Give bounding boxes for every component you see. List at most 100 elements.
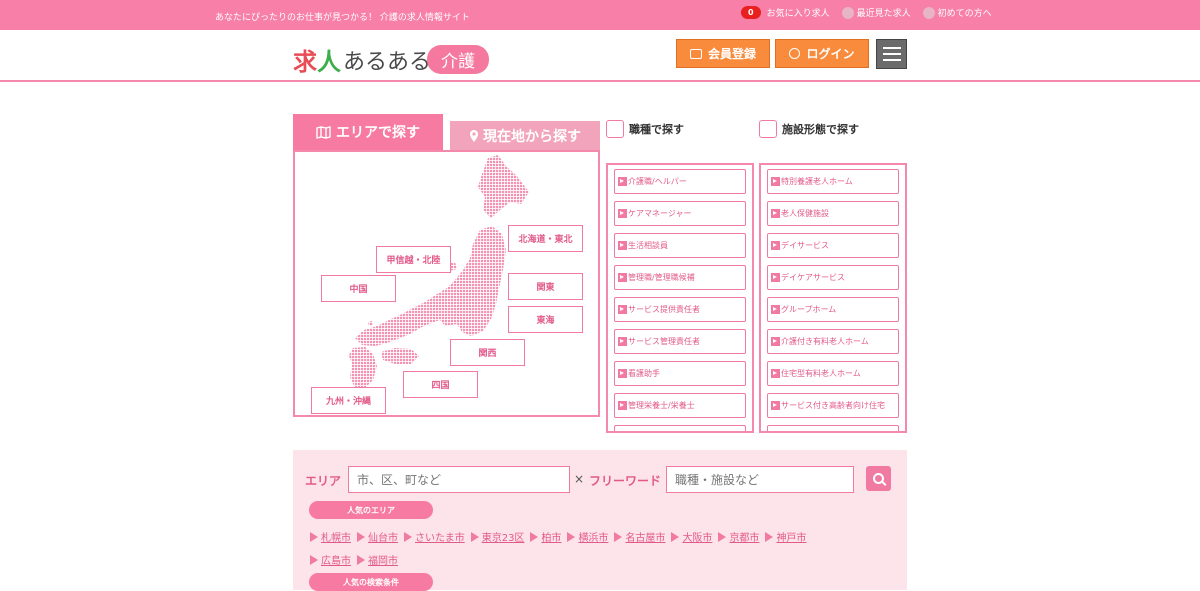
arrow-right-icon: [771, 209, 780, 218]
site-tagline: あなたにぴったりのお仕事が見つかる！ 介護の求人情報サイト: [215, 13, 470, 23]
top-bar: あなたにぴったりのお仕事が見つかる！ 介護の求人情報サイト 0 お気に入り求人 …: [0, 0, 1200, 30]
pen-icon: [606, 120, 624, 138]
popular-cities-row: 札幌市 仙台市 さいたま市 東京23区 柏市 横浜市 名古屋市 大阪市 京都市 神戸市: [310, 529, 806, 544]
arrow-right-icon: [771, 241, 780, 250]
freeword-label: フリーワード: [589, 474, 662, 488]
arrow-right-icon: [618, 369, 627, 378]
facility-item[interactable]: 住宅型有料老人ホーム: [767, 361, 899, 386]
arrow-right-icon: [771, 401, 780, 410]
area-search-label: エリア: [305, 474, 342, 488]
site-header: 求 人 あるある 介護 会員登録 ログイン: [0, 30, 1200, 82]
popular-conditions-pill: 人気の検索条件: [309, 573, 433, 591]
top-links: 0 お気に入り求人 最近見た求人 初めての方へ: [741, 6, 992, 19]
city-link[interactable]: 札幌市: [310, 529, 351, 544]
job-item[interactable]: 看護助手: [614, 361, 746, 386]
hamburger-menu-button[interactable]: [876, 39, 907, 69]
favorites-label: お気に入り求人: [766, 9, 830, 19]
logo-jin: 人: [317, 48, 341, 76]
popular-area-pill: 人気のエリア: [309, 501, 433, 519]
arrow-right-icon: [618, 273, 627, 282]
job-item[interactable]: サービス提供責任者: [614, 297, 746, 322]
arrow-right-icon: [618, 241, 627, 250]
city-link[interactable]: 神戸市: [765, 529, 806, 544]
city-link[interactable]: 大阪市: [671, 529, 712, 544]
city-link[interactable]: 東京23区: [470, 529, 524, 544]
arrow-right-icon: [618, 177, 627, 186]
facility-item[interactable]: デイケアサービス: [767, 265, 899, 290]
job-type-heading: 職種で探す: [606, 120, 684, 138]
facility-item[interactable]: グループホーム: [767, 297, 899, 322]
region-hokkaido-tohoku[interactable]: 北海道・東北: [508, 225, 583, 252]
city-link[interactable]: 名古屋市: [614, 529, 665, 544]
house-icon: [759, 120, 777, 138]
arrow-right-icon: [771, 337, 780, 346]
triangle-right-icon: [357, 531, 365, 542]
job-item[interactable]: 介護職/ヘルパー: [614, 169, 746, 194]
popular-cities-row: 広島市 福岡市: [310, 552, 398, 567]
login-label: ログイン: [806, 47, 855, 61]
region-shikoku[interactable]: 四国: [403, 371, 478, 398]
job-item[interactable]: 生活相談員: [614, 233, 746, 258]
area-search-input[interactable]: [348, 466, 570, 493]
first-time-link[interactable]: 初めての方へ: [922, 6, 992, 19]
job-item[interactable]: 管理職/管理職候補: [614, 265, 746, 290]
city-link[interactable]: 柏市: [530, 529, 561, 544]
city-link[interactable]: 京都市: [718, 529, 759, 544]
job-item[interactable]: ケアマネージャー: [614, 201, 746, 226]
job-type-list: 介護職/ヘルパー ケアマネージャー 生活相談員 管理職/管理職候補 サービス提供…: [606, 163, 754, 433]
city-link[interactable]: さいたま市: [404, 529, 465, 544]
triangle-right-icon: [567, 531, 576, 542]
region-kanto[interactable]: 関東: [508, 273, 583, 300]
login-button[interactable]: ログイン: [775, 39, 869, 68]
tab-current-location[interactable]: 現在地から探す: [450, 121, 600, 150]
recent-jobs-link[interactable]: 最近見た求人: [841, 6, 911, 19]
site-logo[interactable]: 求 人 あるある 介護: [293, 42, 490, 77]
triangle-right-icon: [357, 554, 365, 565]
tab-area-search[interactable]: エリアで探す: [293, 114, 443, 150]
logo-aruaru: あるある: [343, 49, 432, 75]
facility-item-partial[interactable]: [767, 425, 899, 431]
search-button[interactable]: [866, 466, 891, 491]
register-label: 会員登録: [707, 47, 756, 61]
city-link[interactable]: 横浜市: [567, 529, 608, 544]
city-link[interactable]: 広島市: [310, 552, 351, 567]
hamburger-icon: [882, 47, 901, 49]
search-panel: エリア × フリーワード 人気のエリア 札幌市仙台市さいたま市東京23区柏市横浜…: [293, 450, 907, 591]
region-kyushu-okinawa[interactable]: 九州・沖縄: [311, 387, 386, 414]
city-link[interactable]: 福岡市: [357, 552, 398, 567]
facility-item[interactable]: デイサービス: [767, 233, 899, 258]
city-link[interactable]: 仙台市: [357, 529, 398, 544]
region-tokai[interactable]: 東海: [508, 306, 583, 333]
facility-item[interactable]: 介護付き有料老人ホーム: [767, 329, 899, 354]
triangle-right-icon: [404, 531, 412, 542]
facility-type-title: 施設形態で探す: [782, 123, 859, 136]
region-koshinetsu-hokuriku[interactable]: 甲信越・北陸: [376, 246, 451, 273]
freeword-input[interactable]: [666, 466, 854, 493]
job-item[interactable]: 管理栄養士/栄養士: [614, 393, 746, 418]
favorites-count-badge: 0: [741, 6, 761, 19]
triangle-right-icon: [530, 531, 539, 542]
arrow-right-icon: [618, 337, 627, 346]
arrow-right-icon: [771, 273, 780, 282]
job-type-title: 職種で探す: [629, 123, 684, 136]
region-chugoku[interactable]: 中国: [321, 275, 396, 302]
search-icon: [873, 473, 884, 484]
job-item-partial[interactable]: [614, 425, 746, 431]
favorites-link[interactable]: 0 お気に入り求人: [741, 6, 830, 19]
id-card-icon: [689, 48, 702, 59]
facility-item[interactable]: 特別養護老人ホーム: [767, 169, 899, 194]
facility-type-heading: 施設形態で探す: [759, 120, 859, 138]
job-item[interactable]: サービス管理責任者: [614, 329, 746, 354]
facility-type-list: 特別養護老人ホーム 老人保健施設 デイサービス デイケアサービス グループホーム…: [759, 163, 907, 433]
arrow-right-icon: [771, 305, 780, 314]
facility-item[interactable]: サービス付き高齢者向け住宅: [767, 393, 899, 418]
region-kansai[interactable]: 関西: [450, 339, 525, 366]
japan-map-panel: 北海道・東北 甲信越・北陸 中国 関東 東海 関西 四国 九州・沖縄: [293, 150, 600, 417]
triangle-right-icon: [310, 554, 318, 565]
recent-jobs-label: 最近見た求人: [856, 9, 911, 19]
first-time-label: 初めての方へ: [937, 9, 992, 19]
facility-item[interactable]: 老人保健施設: [767, 201, 899, 226]
register-button[interactable]: 会員登録: [676, 39, 770, 68]
times-separator: ×: [574, 472, 585, 486]
arrow-right-icon: [618, 401, 627, 410]
